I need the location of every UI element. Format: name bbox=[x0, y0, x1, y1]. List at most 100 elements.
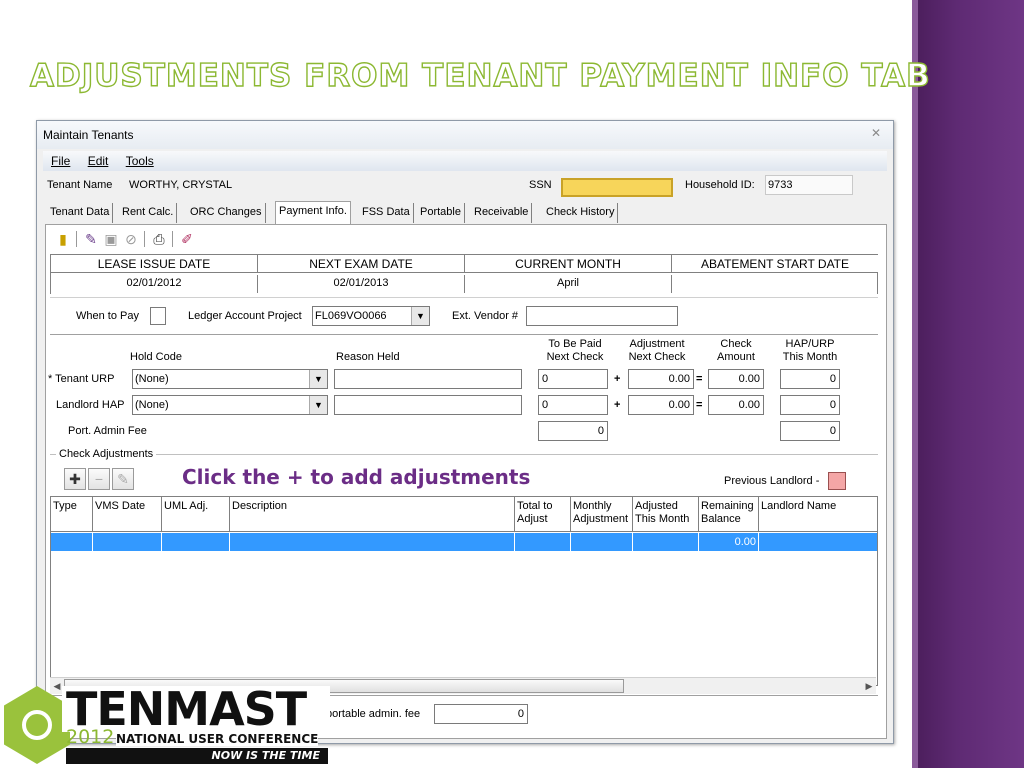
cancel-icon[interactable]: ⊘ bbox=[122, 230, 140, 248]
portable-admin-fee-label: portable admin. fee bbox=[326, 708, 421, 720]
tenant-urp-hold-code-select[interactable]: (None) ▼ bbox=[132, 369, 328, 389]
grid-header-type[interactable]: Type bbox=[51, 497, 93, 532]
menu-bar: File Edit Tools bbox=[43, 151, 887, 171]
lease-issue-date-header: LEASE ISSUE DATE bbox=[51, 255, 258, 273]
tenant-urp-to-be-paid-field[interactable]: 0 bbox=[538, 369, 608, 389]
grid-header-landlord-name[interactable]: Landlord Name bbox=[759, 497, 877, 532]
hap-urp-header-line2: This Month bbox=[782, 351, 838, 363]
port-admin-hap-field[interactable]: 0 bbox=[780, 421, 840, 441]
landlord-hap-hold-code-select[interactable]: (None) ▼ bbox=[132, 395, 328, 415]
save-disk-icon[interactable]: ▣ bbox=[102, 230, 120, 248]
ssn-field-redacted[interactable] bbox=[561, 178, 673, 197]
adjustment-header-line2: Next Check bbox=[628, 351, 686, 363]
menu-file[interactable]: File bbox=[51, 151, 70, 171]
exit-door-icon[interactable]: ▮ bbox=[54, 230, 72, 248]
tenant-urp-hap-field[interactable]: 0 bbox=[780, 369, 840, 389]
highlighter-icon[interactable]: ✐ bbox=[178, 230, 196, 248]
equals-operator: = bbox=[696, 373, 703, 385]
edit-adjustment-button[interactable]: ✎ bbox=[112, 468, 134, 490]
grid-cell-uml-adj bbox=[162, 533, 230, 551]
print-icon[interactable]: ⎙ bbox=[150, 230, 168, 248]
tenmast-conference-logo: TENMAST 2012 NATIONAL USER CONFERENCE NO… bbox=[4, 686, 330, 764]
grid-cell-description bbox=[230, 533, 515, 551]
menu-tools[interactable]: Tools bbox=[126, 151, 154, 171]
tenant-name: WORTHY, CRYSTAL bbox=[129, 179, 233, 191]
portable-admin-fee-field[interactable]: 0 bbox=[434, 704, 528, 724]
tab-orc-changes[interactable]: ORC Changes bbox=[187, 203, 266, 223]
reason-held-header: Reason Held bbox=[336, 351, 400, 363]
tab-tenant-data[interactable]: Tenant Data bbox=[47, 203, 114, 223]
toolbar-separator bbox=[144, 231, 145, 247]
grid-cell-landlord-name bbox=[759, 533, 877, 551]
toolbar-separator bbox=[172, 231, 173, 247]
landlord-hap-hold-code-value: (None) bbox=[135, 399, 169, 411]
add-adjustment-button[interactable]: ✚ bbox=[64, 468, 86, 490]
table-row[interactable]: 0.00 bbox=[51, 533, 877, 551]
grid-header-remaining-balance[interactable]: Remaining Balance bbox=[699, 497, 759, 532]
landlord-hap-to-be-paid-field[interactable]: 0 bbox=[538, 395, 608, 415]
tenant-urp-label: * Tenant URP bbox=[48, 373, 115, 385]
gear-clock-icon bbox=[4, 686, 70, 764]
ext-vendor-field[interactable] bbox=[526, 306, 678, 326]
to-be-paid-header-line1: To Be Paid bbox=[548, 338, 602, 350]
grid-cell-monthly-adjustment bbox=[571, 533, 633, 551]
next-exam-date-header: NEXT EXAM DATE bbox=[258, 255, 465, 273]
when-to-pay-checkbox[interactable] bbox=[150, 307, 166, 325]
previous-landlord-label: Previous Landlord - bbox=[724, 475, 820, 487]
tab-payment-info[interactable]: Payment Info. bbox=[275, 201, 351, 225]
landlord-hap-adjustment-field[interactable]: 0.00 bbox=[628, 395, 694, 415]
tenant-header: Tenant Name WORTHY, CRYSTAL SSN Househol… bbox=[43, 175, 887, 199]
scroll-right-icon[interactable]: ▶ bbox=[862, 678, 876, 694]
ledger-account-label: Ledger Account Project bbox=[188, 310, 302, 322]
maintain-tenants-window: Maintain Tenants ✕ File Edit Tools Tenan… bbox=[36, 120, 894, 744]
tab-portable[interactable]: Portable bbox=[417, 203, 465, 223]
equals-operator: = bbox=[696, 399, 703, 411]
grid-header-total-to-adjust[interactable]: Total to Adjust bbox=[515, 497, 571, 532]
key-dates-table: LEASE ISSUE DATE NEXT EXAM DATE CURRENT … bbox=[50, 254, 878, 294]
slide-side-bar bbox=[912, 0, 1024, 768]
chevron-down-icon[interactable]: ▼ bbox=[411, 307, 429, 325]
adjustment-header-line1: Adjustment bbox=[629, 338, 685, 350]
plus-operator: + bbox=[614, 399, 621, 411]
grid-header-adjusted-this-month[interactable]: Adjusted This Month bbox=[633, 497, 699, 532]
grid-cell-total-to-adjust bbox=[515, 533, 571, 551]
slide-title: Adjustments from Tenant Payment Info Tab bbox=[29, 57, 931, 94]
tab-receivable[interactable]: Receivable bbox=[471, 203, 533, 223]
hold-code-header: Hold Code bbox=[130, 351, 182, 363]
logo-year: 2012 bbox=[66, 726, 115, 748]
landlord-hap-check-amount-field[interactable]: 0.00 bbox=[708, 395, 764, 415]
remove-adjustment-button[interactable]: − bbox=[88, 468, 110, 490]
grid-header-uml-adj[interactable]: UML Adj. bbox=[162, 497, 230, 532]
household-id-field[interactable]: 9733 bbox=[765, 175, 853, 195]
add-adjustments-callout: Click the + to add adjustments bbox=[182, 465, 531, 489]
tenant-urp-reason-field[interactable] bbox=[334, 369, 522, 389]
check-adjustments-group-label: Check Adjustments bbox=[56, 448, 157, 460]
payment-settings-row: When to Pay Ledger Account Project FL069… bbox=[50, 297, 878, 335]
gear-center bbox=[22, 710, 52, 740]
window-title: Maintain Tenants bbox=[43, 128, 134, 142]
check-amount-header-line1: Check bbox=[720, 338, 752, 350]
grid-header-monthly-adjustment[interactable]: Monthly Adjustment bbox=[571, 497, 633, 532]
side-bar-stripe bbox=[912, 0, 918, 768]
grid-cell-remaining-balance: 0.00 bbox=[699, 533, 759, 551]
tenant-name-label: Tenant Name bbox=[47, 179, 113, 191]
landlord-hap-reason-field[interactable] bbox=[334, 395, 522, 415]
grid-cell-adjusted-this-month bbox=[633, 533, 699, 551]
grid-header-description[interactable]: Description bbox=[230, 497, 515, 532]
menu-edit[interactable]: Edit bbox=[88, 151, 109, 171]
edit-pencil-icon[interactable]: ✎ bbox=[82, 230, 100, 248]
landlord-hap-this-month-field[interactable]: 0 bbox=[780, 395, 840, 415]
tab-check-history[interactable]: Check History bbox=[543, 203, 619, 223]
chevron-down-icon[interactable]: ▼ bbox=[309, 370, 327, 388]
tenant-urp-adjustment-field[interactable]: 0.00 bbox=[628, 369, 694, 389]
grid-header-vms-date[interactable]: VMS Date bbox=[93, 497, 162, 532]
abatement-start-date-header: ABATEMENT START DATE bbox=[672, 255, 878, 273]
ledger-account-select[interactable]: FL069VO0066 ▼ bbox=[312, 306, 430, 326]
tenant-urp-check-amount-field[interactable]: 0.00 bbox=[708, 369, 764, 389]
logo-tagline: NOW IS THE TIME bbox=[211, 749, 320, 762]
chevron-down-icon[interactable]: ▼ bbox=[309, 396, 327, 414]
port-admin-to-be-paid-field[interactable]: 0 bbox=[538, 421, 608, 441]
close-icon[interactable]: ✕ bbox=[867, 125, 885, 141]
tab-rent-calc[interactable]: Rent Calc. bbox=[119, 203, 178, 223]
tab-fss-data[interactable]: FSS Data bbox=[359, 203, 414, 223]
